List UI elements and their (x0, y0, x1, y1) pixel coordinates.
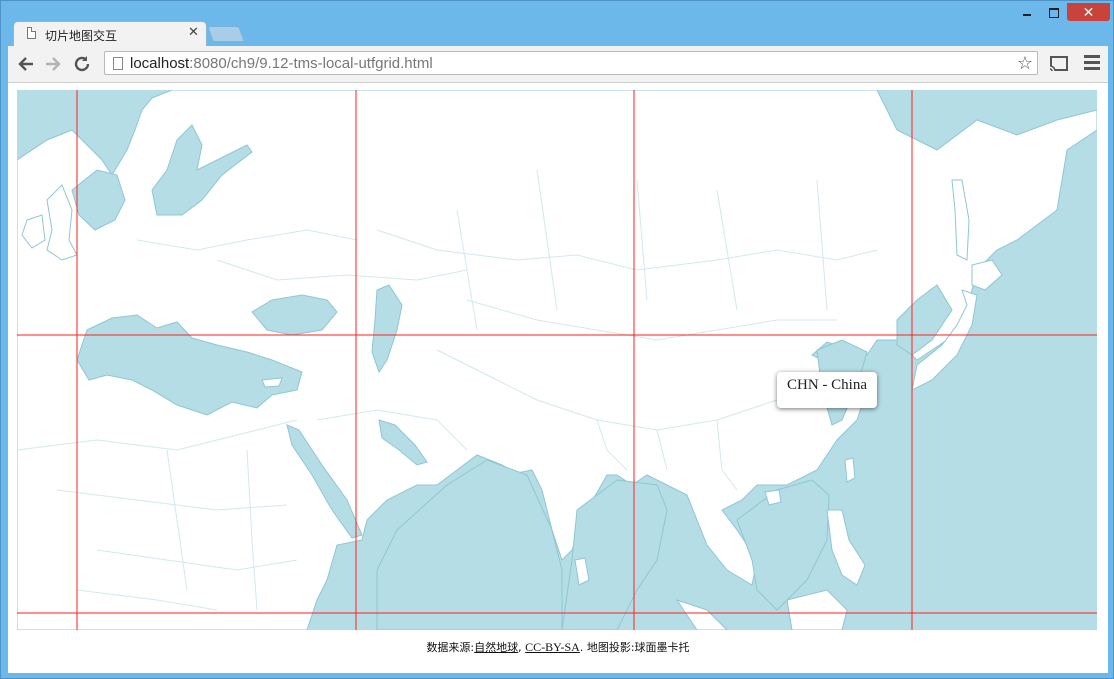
page-content: CHN - China 数据来源:自然地球, CC-BY-SA. 地图投影:球面… (8, 83, 1108, 673)
philippines (826, 509, 866, 586)
new-tab-button[interactable] (207, 26, 245, 42)
bookmark-star-icon[interactable]: ☆ (1017, 52, 1033, 74)
maximize-button[interactable] (1042, 3, 1064, 21)
minimize-button[interactable] (1016, 3, 1038, 21)
world-map (17, 90, 1097, 630)
page-icon (27, 27, 36, 39)
japan-hokkaido (971, 259, 1003, 291)
forward-arrow-icon[interactable] (42, 53, 64, 75)
browser-window: 切片地图交互 ✕ ✕ localhost:8080/ch9/9.12-tms-l… (0, 0, 1114, 679)
tab-close-icon[interactable]: ✕ (188, 25, 199, 40)
taiwan (844, 457, 856, 483)
close-window-button[interactable]: ✕ (1067, 3, 1110, 21)
back-arrow-icon[interactable] (15, 53, 37, 75)
menu-icon[interactable] (1084, 55, 1100, 71)
browser-toolbar: localhost:8080/ch9/9.12-tms-local-utfgri… (8, 46, 1108, 83)
south-china-sea (736, 479, 830, 611)
page-icon (113, 57, 123, 70)
country-tooltip: CHN - China (777, 372, 877, 408)
url-text[interactable]: localhost:8080/ch9/9.12-tms-local-utfgri… (130, 55, 433, 72)
reload-icon[interactable] (71, 53, 93, 75)
address-bar[interactable]: localhost:8080/ch9/9.12-tms-local-utfgri… (104, 51, 1038, 75)
cyprus (261, 377, 283, 388)
browser-tab[interactable]: 切片地图交互 ✕ (13, 21, 207, 46)
cast-icon[interactable] (1049, 55, 1069, 73)
map-attribution: 数据来源:自然地球, CC-BY-SA. 地图投影:球面墨卡托 (426, 640, 690, 654)
tab-title: 切片地图交互 (45, 29, 118, 43)
license-link[interactable]: CC-BY-SA (525, 640, 580, 654)
source-link[interactable]: 自然地球 (474, 641, 518, 654)
sumatra (675, 599, 728, 630)
map-viewport[interactable]: CHN - China (17, 90, 1097, 630)
borneo (786, 589, 848, 630)
